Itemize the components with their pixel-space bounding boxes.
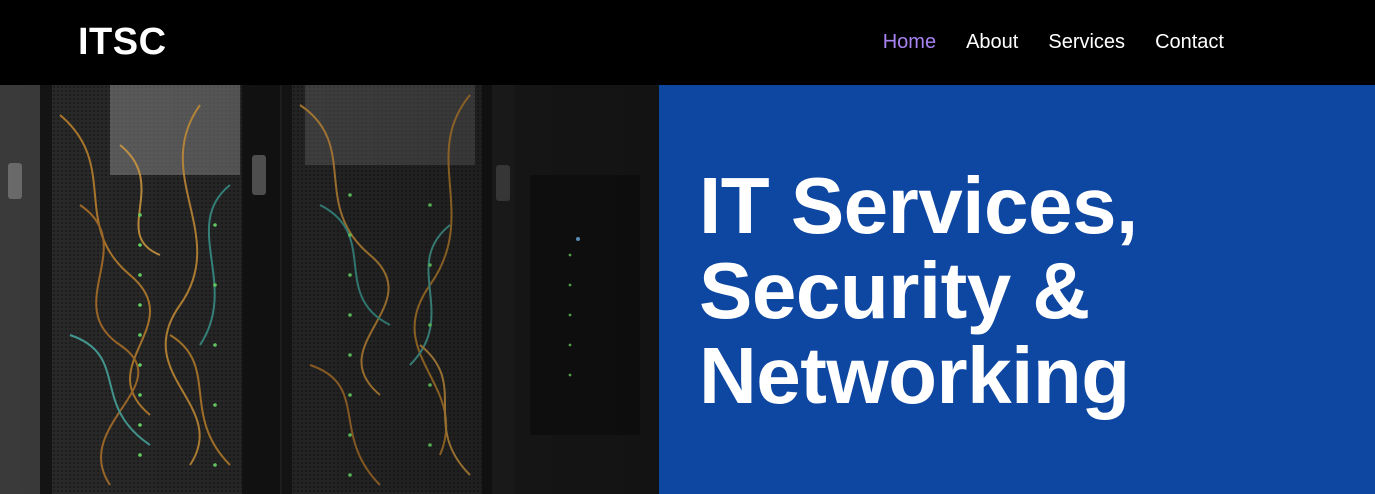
top-navbar: ITSC Home About Services Contact xyxy=(0,0,1375,85)
main-nav: Home About Services Contact xyxy=(883,29,1224,55)
nav-item-contact: Contact xyxy=(1155,29,1224,55)
nav-link-about[interactable]: About xyxy=(966,31,1018,53)
nav-item-about: About xyxy=(966,29,1018,55)
nav-link-contact[interactable]: Contact xyxy=(1155,31,1224,53)
hero-section: IT Services, Security & Networking xyxy=(0,85,1375,494)
hero-title-line-2: Security & xyxy=(699,246,1090,335)
site-logo[interactable]: ITSC xyxy=(78,18,167,66)
hero-headline-panel: IT Services, Security & Networking xyxy=(659,85,1375,494)
server-racks-illustration xyxy=(0,85,659,494)
server-racks-image xyxy=(0,85,659,494)
hero-title-line-1: IT Services, xyxy=(699,161,1138,250)
nav-item-services: Services xyxy=(1048,29,1125,55)
hero-title: IT Services, Security & Networking xyxy=(699,163,1339,418)
nav-link-services[interactable]: Services xyxy=(1048,31,1125,53)
hero-title-line-3: Networking xyxy=(699,331,1130,420)
nav-link-home[interactable]: Home xyxy=(883,31,936,53)
nav-item-home: Home xyxy=(883,29,936,55)
